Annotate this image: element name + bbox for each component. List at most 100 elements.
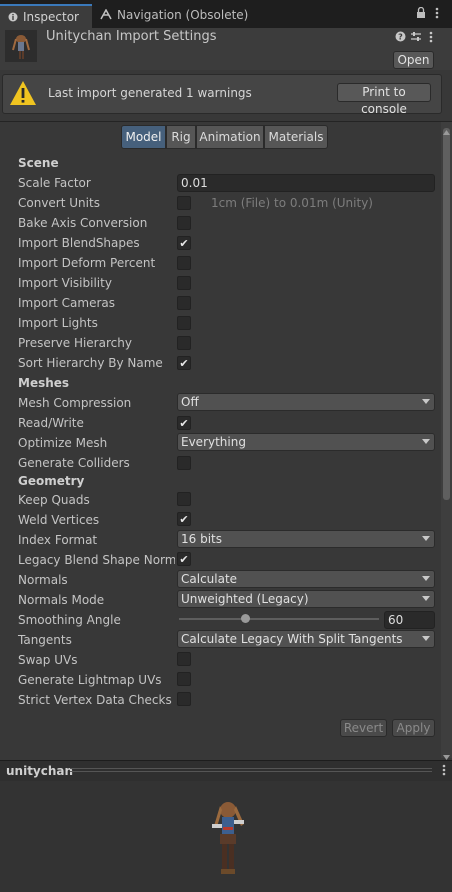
print-to-console-button[interactable]: Print to console <box>337 83 431 116</box>
apply-button[interactable]: Apply <box>392 719 435 737</box>
warning-icon <box>9 80 37 109</box>
svg-text:?: ? <box>398 33 403 42</box>
editor-tab-bar: Inspector Navigation (Obsolete) <box>0 0 452 28</box>
info-icon <box>8 7 18 29</box>
smoothing-angle-label: Smoothing Angle <box>18 613 121 627</box>
chevron-down-icon <box>422 576 430 581</box>
tangents-label: Tangents <box>18 633 72 647</box>
open-button[interactable]: Open <box>393 51 434 69</box>
legacy-blend-label: Legacy Blend Shape Norma <box>18 553 175 567</box>
meshes-heading: Meshes <box>18 376 70 390</box>
generate-lightmap-checkbox[interactable] <box>177 672 191 686</box>
tab-inspector[interactable]: Inspector <box>0 4 92 28</box>
bake-axis-label: Bake Axis Conversion <box>18 216 148 230</box>
scene-heading: Scene <box>18 156 59 170</box>
smoothing-angle-input[interactable]: 60 <box>384 611 435 629</box>
import-visibility-label: Import Visibility <box>18 276 112 290</box>
convert-units-checkbox[interactable] <box>177 196 191 210</box>
smoothing-angle-slider-track[interactable] <box>179 618 379 620</box>
preserve-hierarchy-checkbox[interactable] <box>177 336 191 350</box>
read-write-label: Read/Write <box>18 416 84 430</box>
normals-mode-label: Normals Mode <box>18 593 105 607</box>
import-lights-checkbox[interactable] <box>177 316 191 330</box>
asset-thumbnail <box>5 30 37 62</box>
tab-navigation[interactable]: Navigation (Obsolete) <box>100 4 250 28</box>
chevron-down-icon <box>422 399 430 404</box>
import-deform-checkbox[interactable] <box>177 256 191 270</box>
help-icon[interactable]: ? <box>395 31 406 45</box>
normals-mode-dropdown[interactable]: Unweighted (Legacy) <box>177 590 435 608</box>
sort-hierarchy-checkbox[interactable]: ✔ <box>177 356 191 370</box>
swap-uvs-label: Swap UVs <box>18 653 78 667</box>
mesh-compression-dropdown[interactable]: Off <box>177 393 435 411</box>
tangents-value: Calculate Legacy With Split Tangents <box>181 632 403 646</box>
preserve-hierarchy-label: Preserve Hierarchy <box>18 336 132 350</box>
normals-label: Normals <box>18 573 68 587</box>
import-lights-label: Import Lights <box>18 316 98 330</box>
chevron-down-icon <box>422 596 430 601</box>
preview-title: unitychan <box>6 764 74 778</box>
optimize-mesh-dropdown[interactable]: Everything <box>177 433 435 451</box>
strict-vertex-checkbox[interactable] <box>177 692 191 706</box>
preview-drag-handle-line[interactable] <box>70 771 432 772</box>
presets-icon[interactable] <box>410 31 422 45</box>
read-write-checkbox[interactable]: ✔ <box>177 416 191 430</box>
weld-vertices-checkbox[interactable]: ✔ <box>177 512 191 526</box>
import-deform-label: Import Deform Percent <box>18 256 156 270</box>
scroll-up-icon[interactable] <box>443 124 450 138</box>
weld-vertices-label: Weld Vertices <box>18 513 100 527</box>
tab-animation[interactable]: Animation <box>196 125 264 149</box>
import-blendshapes-checkbox[interactable]: ✔ <box>177 236 191 250</box>
checkmark-icon: ✔ <box>179 513 189 526</box>
swap-uvs-checkbox[interactable] <box>177 652 191 666</box>
legacy-blend-checkbox[interactable]: ✔ <box>177 552 191 566</box>
convert-units-note: 1cm (File) to 0.01m (Unity) <box>211 196 373 210</box>
smoothing-angle-slider-thumb[interactable] <box>241 614 251 623</box>
checkmark-icon: ✔ <box>179 553 189 566</box>
scale-factor-label: Scale Factor <box>18 176 91 190</box>
index-format-dropdown[interactable]: 16 bits <box>177 530 435 548</box>
warning-message: Last import generated 1 warnings <box>48 86 252 100</box>
scrollbar-thumb[interactable] <box>443 128 450 500</box>
geometry-heading: Geometry <box>18 474 85 488</box>
tab-menu-icon[interactable] <box>435 7 439 22</box>
keep-quads-checkbox[interactable] <box>177 492 191 506</box>
tab-model[interactable]: Model <box>121 125 166 149</box>
tab-rig[interactable]: Rig <box>166 125 196 149</box>
tab-inspector-label: Inspector <box>23 10 79 24</box>
normals-mode-value: Unweighted (Legacy) <box>181 592 309 606</box>
bake-axis-checkbox[interactable] <box>177 216 191 230</box>
generate-colliders-label: Generate Colliders <box>18 456 130 470</box>
revert-button[interactable]: Revert <box>340 719 387 737</box>
tab-materials[interactable]: Materials <box>264 125 328 149</box>
optimize-mesh-value: Everything <box>181 435 246 449</box>
preview-drag-handle-line[interactable] <box>70 768 432 769</box>
checkmark-icon: ✔ <box>179 417 189 430</box>
normals-dropdown[interactable]: Calculate <box>177 570 435 588</box>
keep-quads-label: Keep Quads <box>18 493 90 507</box>
divider <box>0 121 452 122</box>
character-model-preview <box>206 796 250 881</box>
chevron-down-icon <box>422 439 430 444</box>
mesh-compression-value: Off <box>181 395 199 409</box>
import-cameras-checkbox[interactable] <box>177 296 191 310</box>
mesh-compression-label: Mesh Compression <box>18 396 132 410</box>
context-menu-icon[interactable] <box>429 31 433 46</box>
scale-factor-input[interactable]: 0.01 <box>177 174 435 192</box>
navigation-icon <box>100 5 112 27</box>
tab-navigation-label: Navigation (Obsolete) <box>117 8 249 22</box>
import-blendshapes-label: Import BlendShapes <box>18 236 140 250</box>
lock-icon[interactable] <box>416 6 426 22</box>
checkmark-icon: ✔ <box>179 237 189 250</box>
generate-lightmap-label: Generate Lightmap UVs <box>18 673 162 687</box>
optimize-mesh-label: Optimize Mesh <box>18 436 108 450</box>
generate-colliders-checkbox[interactable] <box>177 456 191 470</box>
import-settings-title: Unitychan Import Settings <box>46 29 217 44</box>
tangents-dropdown[interactable]: Calculate Legacy With Split Tangents <box>177 630 435 648</box>
import-cameras-label: Import Cameras <box>18 296 115 310</box>
import-visibility-checkbox[interactable] <box>177 276 191 290</box>
sort-hierarchy-label: Sort Hierarchy By Name <box>18 356 163 370</box>
strict-vertex-label: Strict Vertex Data Checks <box>18 693 172 707</box>
preview-menu-icon[interactable] <box>442 764 446 779</box>
chevron-down-icon <box>422 536 430 541</box>
